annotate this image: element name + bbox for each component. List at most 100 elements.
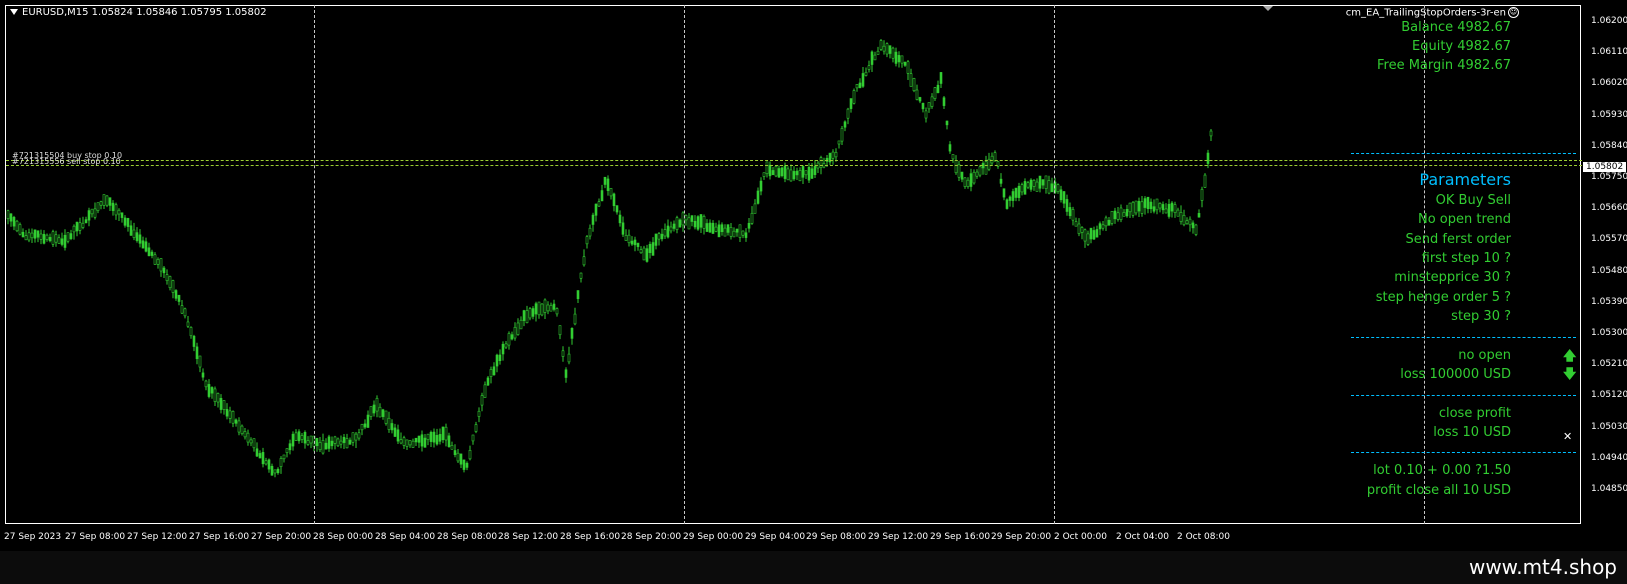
panel-line[interactable]: No open trend xyxy=(1418,212,1511,227)
candle-body xyxy=(135,232,139,241)
candle-body xyxy=(900,55,904,64)
candle-body xyxy=(627,234,631,244)
candle-body xyxy=(1005,199,1009,209)
candle-body xyxy=(618,214,622,224)
time-tick-label: 28 Sep 00:00 xyxy=(313,532,374,542)
candle-body xyxy=(102,194,106,206)
time-tick-label: 27 Sep 16:00 xyxy=(189,532,250,542)
candle-body xyxy=(648,244,652,253)
candle-body xyxy=(54,234,58,243)
candle-body xyxy=(807,166,811,181)
candle-body xyxy=(798,170,802,182)
candle-body xyxy=(417,435,421,443)
candle-body xyxy=(474,424,478,432)
candle-body xyxy=(366,414,370,428)
candle-body xyxy=(33,229,37,239)
candle-body xyxy=(549,305,553,312)
panel-line[interactable]: OK Buy Sell xyxy=(1436,193,1511,208)
price-tick-label: 1.05300 xyxy=(1591,328,1627,338)
candle-body xyxy=(630,240,634,245)
candle-body xyxy=(948,144,952,152)
candle-body xyxy=(912,78,916,91)
arrow-down-icon[interactable]: 🡇 xyxy=(1563,365,1576,387)
candle-body xyxy=(642,247,646,261)
price-tick-label: 1.05120 xyxy=(1591,390,1627,401)
candle-body xyxy=(600,190,604,202)
collapse-triangle-icon[interactable] xyxy=(10,9,18,15)
candle-body xyxy=(72,225,76,233)
candle-body xyxy=(483,384,487,398)
free-margin-label: Free Margin 4982.67 xyxy=(1376,58,1511,73)
candle-body xyxy=(864,71,868,76)
candle-body xyxy=(765,161,769,174)
candle-body xyxy=(354,433,358,441)
candle-body xyxy=(621,222,625,235)
candle-body xyxy=(438,434,442,442)
candle-body xyxy=(1011,191,1015,201)
candle-body xyxy=(213,388,217,402)
close-icon[interactable]: ✕ xyxy=(1563,430,1572,443)
candle-body xyxy=(1155,198,1159,211)
candle-body xyxy=(234,419,238,424)
day-separator xyxy=(314,5,315,524)
close-loss-label: loss 10 USD xyxy=(1433,425,1511,440)
sell-stop-order-line[interactable] xyxy=(6,165,1582,166)
candle-body xyxy=(1032,180,1036,187)
chart-window[interactable]: #721315504 buy stop 0.10 #721315556 sell… xyxy=(0,0,1627,551)
site-watermark: www.mt4.shop xyxy=(1468,555,1617,579)
candle-body xyxy=(684,215,688,221)
candle-body xyxy=(1056,184,1060,192)
candle-body xyxy=(1077,223,1081,234)
candle-body xyxy=(852,90,856,104)
price-tick-label: 1.06020 xyxy=(1591,78,1627,89)
candle-body xyxy=(255,448,259,457)
candle-body xyxy=(537,301,541,316)
candle-body xyxy=(1041,179,1045,186)
symbol-quote: EURUSD,M15 1.05824 1.05846 1.05795 1.058… xyxy=(22,7,267,18)
candle-body xyxy=(1146,196,1150,210)
candle-body xyxy=(753,203,757,214)
candle-body xyxy=(810,168,814,179)
candle-body xyxy=(501,343,505,355)
price-tick-label: 1.05480 xyxy=(1591,265,1627,276)
candle-body xyxy=(885,43,889,55)
candle-body xyxy=(441,426,445,441)
candle-body xyxy=(426,433,430,440)
candle-body xyxy=(462,459,466,470)
candle-body xyxy=(1074,221,1078,227)
candle-body xyxy=(1104,217,1108,227)
candle-body xyxy=(153,254,157,265)
candle-body xyxy=(498,354,502,362)
buy-stop-order-line[interactable] xyxy=(6,160,1582,161)
candle-body xyxy=(459,453,463,465)
panel-line[interactable]: step 30 ? xyxy=(1451,309,1511,324)
candle-body xyxy=(1197,213,1201,218)
candle-body xyxy=(756,190,760,204)
candle-body xyxy=(1113,210,1117,220)
candle-body xyxy=(834,152,838,158)
candle-body xyxy=(615,205,619,213)
time-tick-label: 29 Sep 04:00 xyxy=(745,532,806,542)
candle-body xyxy=(282,454,286,460)
candle-body xyxy=(933,87,937,99)
panel-line[interactable]: Send ferst order xyxy=(1406,232,1511,247)
candle-body xyxy=(909,73,913,87)
candle-body xyxy=(324,442,328,450)
candle-body xyxy=(870,51,874,65)
candle-body xyxy=(651,242,655,256)
candle-body xyxy=(795,170,799,176)
time-tick-label: 27 Sep 20:00 xyxy=(251,532,312,542)
candle-body xyxy=(897,55,901,63)
candle-body xyxy=(273,469,277,474)
panel-line[interactable]: step henge order 5 ? xyxy=(1376,290,1511,305)
candle-body xyxy=(921,102,925,110)
panel-line[interactable]: minstepprice 30 ? xyxy=(1394,270,1511,285)
time-tick-label: 2 Oct 08:00 xyxy=(1177,532,1230,542)
candle-body xyxy=(60,238,64,245)
candle-body xyxy=(156,259,160,265)
panel-line[interactable]: first step 10 ? xyxy=(1422,251,1511,266)
candle-body xyxy=(876,50,880,55)
candle-body xyxy=(690,215,694,222)
symbol-header[interactable]: EURUSD,M15 1.05824 1.05846 1.05795 1.058… xyxy=(10,7,267,18)
ea-name-label[interactable]: cm_EA_TrailingStopOrders-3r-en ☺ xyxy=(1346,7,1519,19)
